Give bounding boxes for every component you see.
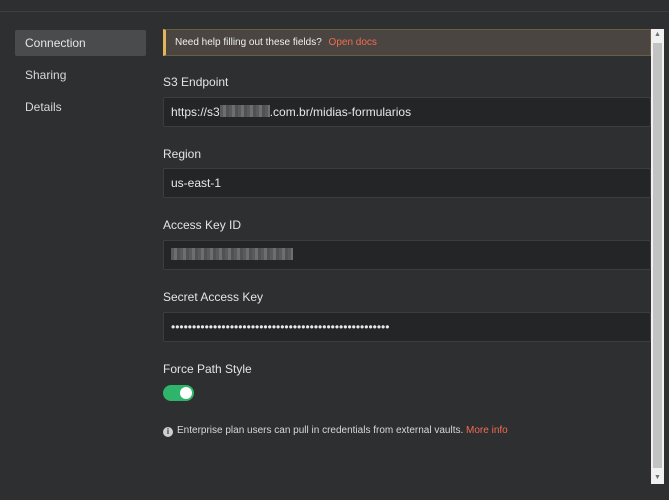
more-info-link[interactable]: More info <box>466 425 508 436</box>
access-key-id-label: Access Key ID <box>163 218 242 232</box>
info-circle-icon: i <box>163 427 173 437</box>
enterprise-info: i Enterprise plan users can pull in crede… <box>163 425 508 437</box>
help-notice-text: Need help filling out these fields? <box>175 37 322 48</box>
s3-endpoint-value-suffix: .com.br/midias-formularios <box>269 105 412 119</box>
force-path-style-toggle[interactable] <box>163 385 194 401</box>
region-input[interactable]: us-east-1 <box>163 168 651 198</box>
force-path-style-label: Force Path Style <box>163 362 252 376</box>
region-label: Region <box>163 147 202 161</box>
secret-access-key-input[interactable]: ••••••••••••••••••••••••••••••••••••••••… <box>163 312 651 342</box>
open-docs-link[interactable]: Open docs <box>329 37 377 48</box>
secret-access-key-label: Secret Access Key <box>163 290 264 304</box>
s3-endpoint-label: S3 Endpoint <box>163 75 229 89</box>
scroll-up-arrow-icon[interactable]: ▲ <box>651 29 664 41</box>
scroll-down-arrow-icon[interactable]: ▼ <box>651 472 664 484</box>
connection-form: Need help filling out these fields? Open… <box>163 29 651 437</box>
redacted-access-key <box>171 248 293 261</box>
sidebar-item-sharing[interactable]: Sharing <box>15 62 146 88</box>
toggle-knob <box>180 387 192 399</box>
enterprise-info-text: Enterprise plan users can pull in creden… <box>177 425 464 436</box>
scroll-thumb[interactable] <box>653 43 662 468</box>
help-notice: Need help filling out these fields? Open… <box>163 29 651 56</box>
s3-endpoint-value-prefix: https://s3 <box>171 105 220 119</box>
sidebar: Connection Sharing Details <box>15 30 146 126</box>
access-key-id-input[interactable] <box>163 240 651 270</box>
redacted-text <box>219 105 270 118</box>
top-divider <box>0 11 669 12</box>
sidebar-item-connection[interactable]: Connection <box>15 30 146 56</box>
s3-endpoint-input[interactable]: https://s3 .com.br/midias-formularios <box>163 97 651 127</box>
sidebar-item-details[interactable]: Details <box>15 94 146 120</box>
vertical-scrollbar[interactable]: ▲ ▼ <box>651 29 664 484</box>
